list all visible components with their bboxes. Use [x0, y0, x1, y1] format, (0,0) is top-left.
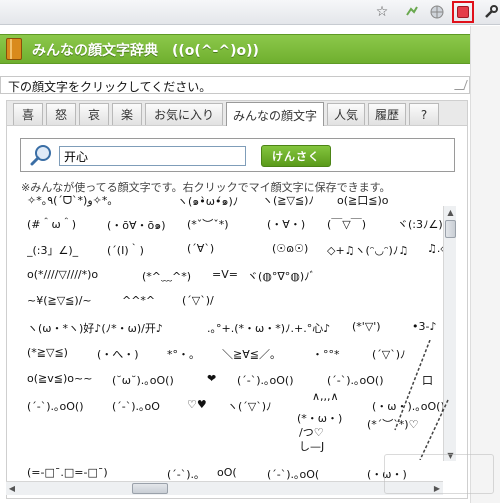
scroll-thumb[interactable]: [132, 483, 168, 494]
emoticon[interactable]: oO(: [217, 466, 237, 479]
emoticon[interactable]: ＼≧∀≦／。: [222, 346, 281, 362]
emoticon[interactable]: (*'▽'): [352, 320, 381, 333]
tab-everyone[interactable]: みんなの顔文字: [226, 102, 324, 127]
tab-anger[interactable]: 怒: [46, 103, 76, 125]
search-button[interactable]: けんさく: [261, 145, 331, 167]
search-area: けんさく: [20, 138, 455, 172]
emoticon-list: ✧*｡٩(ˊᗜˋ*)و✧*｡ ヽ(๑•̀ω•́๑)ﾉ ヽ(≧▽≦)ﾉ o(≧口≦…: [27, 190, 451, 495]
wrench-icon[interactable]: [482, 3, 500, 21]
hint-bar: 下の顔文字をクリックしてください。: [0, 76, 470, 94]
tab-label: 喜: [21, 108, 34, 122]
tab-popular[interactable]: 人気: [327, 103, 365, 125]
horizontal-scrollbar[interactable]: ◀ ▶: [6, 481, 443, 495]
extension-highlight-icon[interactable]: [452, 1, 474, 23]
emoticon[interactable]: (´-`).｡oO(): [327, 372, 384, 388]
emoticon[interactable]: (・へ・): [97, 346, 139, 362]
emoticon[interactable]: (=-□¯.□=-□¯): [27, 466, 108, 479]
resize-grip-icon[interactable]: [454, 80, 468, 90]
emoticon[interactable]: ヽ(ω・*ヽ)好♪(ﾉ*・ω)/开♪: [27, 320, 163, 336]
scroll-thumb[interactable]: [445, 220, 456, 238]
emoticon[interactable]: .｡°+.(*・ω・*)ﾉ.+.°心♪: [207, 320, 330, 336]
tab-fun[interactable]: 楽: [112, 103, 142, 125]
tab-label: お気に入り: [153, 108, 214, 122]
tab-help[interactable]: ?: [409, 103, 439, 125]
emoticon[interactable]: =V=: [212, 268, 238, 281]
emoticon[interactable]: ~¥(≧▽≦)/~: [27, 294, 92, 307]
star-icon[interactable]: ☆: [373, 3, 391, 21]
emoticon[interactable]: ヾ(◍°∇°◍)ﾉﾞ: [247, 268, 315, 284]
emoticon[interactable]: ^^*^: [122, 294, 155, 307]
tab-label: みんなの顔文字: [232, 108, 317, 123]
book-icon: [6, 38, 22, 60]
emoticon[interactable]: ◇+♫ヽ(ᵔ◡ᵔ)ﾉ♫: [327, 242, 408, 258]
emoticon[interactable]: (´▽`)/: [182, 294, 214, 307]
globe-icon[interactable]: [428, 3, 446, 21]
emoticon[interactable]: ヽ(๑•̀ω•́๑)ﾉ: [177, 192, 238, 210]
tab-history[interactable]: 履歴: [368, 103, 406, 125]
page-title: みんなの顔文字辞典 ((o(^-^)o)): [32, 43, 259, 59]
watermark-strokes: [394, 340, 449, 460]
tab-label: 楽: [120, 108, 133, 122]
emoticon[interactable]: ヽ(≧▽≦)ﾉ: [262, 192, 314, 208]
tab-label: 怒: [54, 108, 67, 122]
emoticon[interactable]: し—J: [299, 438, 324, 454]
watermark-logo: [384, 454, 494, 494]
emoticon[interactable]: (・∀・): [267, 216, 305, 232]
hint-text: 下の顔文字をクリックしてください。: [8, 80, 212, 94]
emoticon[interactable]: (￣▽￣): [327, 216, 366, 232]
emoticon[interactable]: (*^﹏^*): [142, 268, 191, 284]
emoticon[interactable]: (#＾ω＾): [27, 216, 76, 232]
extension-icon[interactable]: [403, 3, 421, 21]
emoticon[interactable]: (´-`).｡oO(: [267, 466, 319, 482]
background-page-edge: [470, 26, 500, 503]
tab-favorites[interactable]: お気に入り: [145, 103, 223, 125]
tab-bar: 喜 怒 哀 楽 お気に入り みんなの顔文字 人気 履歴 ?: [6, 100, 468, 127]
tab-label: 履歴: [374, 108, 399, 122]
emoticon[interactable]: (´-`).｡oO(): [27, 398, 84, 414]
emoticon[interactable]: (˘ω˘).｡oO(): [112, 372, 174, 388]
emoticon[interactable]: (´∀`): [187, 242, 214, 255]
emoticon[interactable]: ✧*｡٩(ˊᗜˋ*)و✧*｡: [27, 192, 113, 208]
emoticon[interactable]: ・°°*: [312, 346, 340, 362]
emoticon[interactable]: o(≧口≦)o: [337, 192, 388, 208]
emoticon[interactable]: (*ˇ︶ˇ*): [187, 216, 229, 232]
emoticon[interactable]: ♡♥: [187, 398, 207, 411]
tab-joy[interactable]: 喜: [13, 103, 43, 125]
scroll-up-icon[interactable]: ▲: [445, 206, 456, 218]
tab-label: 哀: [87, 108, 100, 122]
search-icon: [30, 145, 51, 166]
emoticon[interactable]: (´-`).｡oO(): [237, 372, 294, 388]
emoticon[interactable]: (*≧▽≦): [27, 346, 68, 359]
emoticon[interactable]: ❤: [207, 372, 216, 385]
emoticon[interactable]: •3-♪: [412, 320, 436, 333]
emoticon[interactable]: ヽ(´▽`)ﾉ: [227, 398, 272, 414]
scroll-left-icon[interactable]: ◀: [6, 483, 18, 494]
emoticon[interactable]: *°・。: [167, 346, 200, 362]
popup-header: みんなの顔文字辞典 ((o(^-^)o)): [0, 34, 470, 64]
emoticon[interactable]: o(*////▽////*)o: [27, 268, 98, 281]
emoticon[interactable]: ヾ(:3ﾉ∠)ﾉ: [397, 216, 448, 232]
emoticon[interactable]: (´-`).｡: [167, 466, 200, 482]
emoticon[interactable]: (☉ɷ☉): [272, 242, 308, 255]
tab-label: 人気: [333, 108, 358, 122]
browser-toolbar: ☆: [0, 0, 500, 25]
emoticon[interactable]: ∧,,,∧: [312, 390, 339, 403]
tab-label: ?: [420, 107, 428, 122]
tab-sorrow[interactable]: 哀: [79, 103, 109, 125]
emoticon[interactable]: o(≧v≦)o~~: [27, 372, 92, 385]
emoticon[interactable]: (´-`).｡oO: [112, 398, 160, 414]
emoticon[interactable]: (・ō∀・ō๑): [107, 216, 166, 234]
emoticon[interactable]: _(:3」∠)_: [27, 242, 78, 258]
emoticon[interactable]: (´(I)｀): [107, 242, 144, 258]
search-input[interactable]: [59, 146, 246, 166]
